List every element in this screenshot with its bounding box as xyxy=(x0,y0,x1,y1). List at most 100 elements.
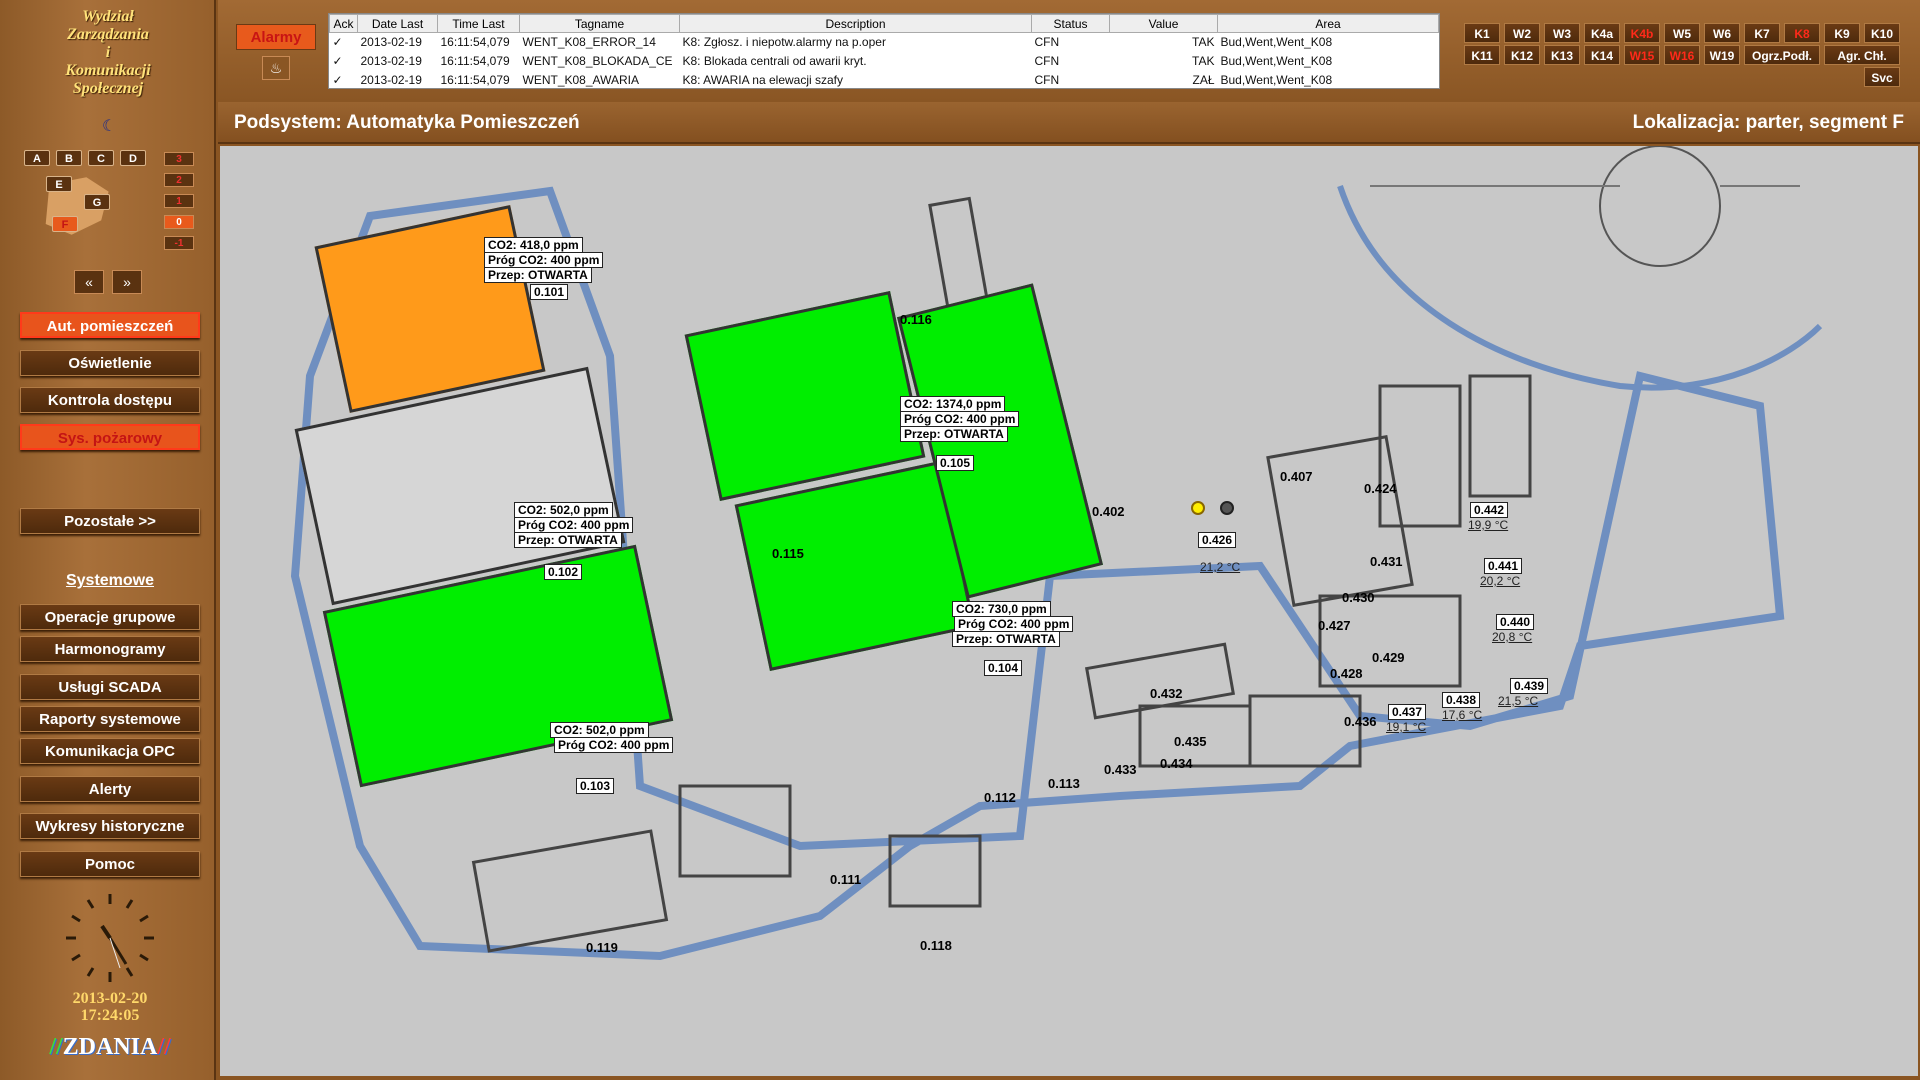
value-cell: TAK xyxy=(1192,35,1215,50)
floor-button-2[interactable]: 2 xyxy=(164,173,194,187)
date-cell: 2013-02-19 xyxy=(360,54,422,68)
zone-w3[interactable]: W3 xyxy=(1544,23,1580,43)
nav-oswietlenie[interactable]: Oświetlenie xyxy=(20,350,200,376)
tag-cell: WENT_K08_AWARIA xyxy=(522,73,639,87)
alarm-row[interactable]: ✓ 2013-02-19 16:11:54,079 WENT_K08_AWARI… xyxy=(330,71,1439,90)
room-0-104-label: 0.104 xyxy=(984,660,1023,676)
status-cell: CFN xyxy=(1034,35,1060,50)
room-0-103-threshold: Próg CO2: 400 ppm xyxy=(554,737,674,753)
zone-agr-chl[interactable]: Agr. Chł. xyxy=(1824,45,1900,65)
room-0-431-label: 0.431 xyxy=(1370,554,1403,569)
zone-w16[interactable]: W16 xyxy=(1664,45,1700,65)
nav-pomoc[interactable]: Pomoc xyxy=(20,851,200,877)
nav-harmonogramy[interactable]: Harmonogramy xyxy=(20,636,200,662)
lamp-on-icon[interactable] xyxy=(1191,501,1205,515)
nav-kontrola-dostepu[interactable]: Kontrola dostępu xyxy=(20,387,200,413)
col-date-last[interactable]: Date Last xyxy=(357,14,438,33)
zone-k14[interactable]: K14 xyxy=(1584,45,1620,65)
room-0-440-label: 0.440 xyxy=(1496,614,1535,630)
alarm-table: Ack Date Last Time Last Tagname Descript… xyxy=(328,13,1440,89)
col-area[interactable]: Area xyxy=(1217,14,1439,33)
moon-icon: ☾ xyxy=(102,118,117,135)
zone-w5[interactable]: W5 xyxy=(1664,23,1700,43)
nav-komunikacja-opc[interactable]: Komunikacja OPC xyxy=(20,738,200,764)
building-button-d[interactable]: D xyxy=(120,150,146,166)
location-title: Lokalizacja: parter, segment F xyxy=(1632,112,1904,133)
building-button-f[interactable]: F xyxy=(52,216,78,232)
col-time-last[interactable]: Time Last xyxy=(437,14,520,33)
alarms-button[interactable]: Alarmy xyxy=(236,24,316,50)
floor-button-1[interactable]: 1 xyxy=(164,194,194,208)
zone-k13[interactable]: K13 xyxy=(1544,45,1580,65)
room-0-438-label: 0.438 xyxy=(1442,692,1481,708)
logo-line: Zarządzania xyxy=(67,26,149,43)
col-ack[interactable]: Ack xyxy=(329,14,358,33)
building-button-g[interactable]: G xyxy=(84,194,110,210)
room-0-111-label: 0.111 xyxy=(830,872,862,887)
zone-k10[interactable]: K10 xyxy=(1864,23,1900,43)
zone-w19[interactable]: W19 xyxy=(1704,45,1740,65)
floor-button-minus1[interactable]: -1 xyxy=(164,236,194,250)
building-button-b[interactable]: B xyxy=(56,150,82,166)
nav-operacje-grupowe[interactable]: Operacje grupowe xyxy=(20,604,200,630)
room-0-426-label: 0.426 xyxy=(1198,532,1237,548)
room-0-104-co2: CO2: 730,0 ppm xyxy=(952,601,1051,617)
nav-wykresy-historyczne[interactable]: Wykresy historyczne xyxy=(20,813,200,839)
room-0-112-label: 0.112 xyxy=(984,790,1016,805)
svc-button[interactable]: Svc xyxy=(1864,67,1900,87)
zone-w6[interactable]: W6 xyxy=(1704,23,1740,43)
nav-pozostale[interactable]: Pozostałe >> xyxy=(20,508,200,534)
room-0-437-temp: 19,1 °C xyxy=(1386,720,1427,734)
lamp-off-icon[interactable] xyxy=(1220,501,1234,515)
room-0-102-label: 0.102 xyxy=(544,564,583,580)
zone-k1[interactable]: K1 xyxy=(1464,23,1500,43)
bell-icon[interactable]: ♨ xyxy=(262,56,290,80)
logo-line: Społecznej xyxy=(72,80,144,97)
nav-raporty-systemowe[interactable]: Raporty systemowe xyxy=(20,706,200,732)
datetime-display: 2013-02-20 17:24:05 xyxy=(20,990,200,1024)
room-0-441-temp: 20,2 °C xyxy=(1480,574,1521,588)
room-0-442-temp: 19,9 °C xyxy=(1468,518,1509,532)
floor-button-3[interactable]: 3 xyxy=(164,152,194,166)
room-0-426-temp: 21,2 °C xyxy=(1200,560,1241,574)
alarm-row[interactable]: ✓ 2013-02-19 16:11:54,079 WENT_K08_BLOKA… xyxy=(330,52,1439,71)
nav-sys-pozarowy[interactable]: Sys. pożarowy xyxy=(20,424,200,450)
systemowe-link[interactable]: Systemowe xyxy=(20,572,200,590)
nav-alerty[interactable]: Alerty xyxy=(20,776,200,802)
zone-k8[interactable]: K8 xyxy=(1784,23,1820,43)
room-0-427-label: 0.427 xyxy=(1318,618,1351,633)
col-tagname[interactable]: Tagname xyxy=(519,14,680,33)
room-0-104-threshold: Próg CO2: 400 ppm xyxy=(954,616,1074,632)
building-button-a[interactable]: A xyxy=(24,150,50,166)
room-0-438-temp: 17,6 °C xyxy=(1442,708,1483,722)
area-cell: Bud,Went,Went_K08 xyxy=(1220,54,1333,68)
zone-k12[interactable]: K12 xyxy=(1504,45,1540,65)
next-button[interactable]: » xyxy=(112,270,142,294)
floor-button-0[interactable]: 0 xyxy=(164,215,194,229)
zone-k11[interactable]: K11 xyxy=(1464,45,1500,65)
building-button-c[interactable]: C xyxy=(88,150,114,166)
col-value[interactable]: Value xyxy=(1109,14,1218,33)
zone-k4b[interactable]: K4b xyxy=(1624,23,1660,43)
subsystem-title: Podsystem: Automatyka Pomieszczeń xyxy=(234,112,580,133)
zone-w2[interactable]: W2 xyxy=(1504,23,1540,43)
zone-k9[interactable]: K9 xyxy=(1824,23,1860,43)
zone-k7[interactable]: K7 xyxy=(1744,23,1780,43)
prev-button[interactable]: « xyxy=(74,270,104,294)
zone-ogrz-podl[interactable]: Ogrz.Podł. xyxy=(1744,45,1820,65)
value-cell: ZAŁ xyxy=(1192,73,1215,87)
col-description[interactable]: Description xyxy=(679,14,1032,33)
zone-k4a[interactable]: K4a xyxy=(1584,23,1620,43)
room-0-103-co2: CO2: 502,0 ppm xyxy=(550,722,649,738)
nav-aut-pomieszczen[interactable]: Aut. pomieszczeń xyxy=(20,312,200,338)
room-0-105-label: 0.105 xyxy=(936,455,975,471)
room-0-436-label: 0.436 xyxy=(1344,714,1377,729)
building-button-e[interactable]: E xyxy=(46,176,72,192)
col-status[interactable]: Status xyxy=(1031,14,1110,33)
room-0-439-label: 0.439 xyxy=(1510,678,1549,694)
desc-cell: K8: Blokada centrali od awarii kryt. xyxy=(682,54,867,68)
zone-w15[interactable]: W15 xyxy=(1624,45,1660,65)
nav-uslugi-scada[interactable]: Usługi SCADA xyxy=(20,674,200,700)
room-0-105-threshold: Próg CO2: 400 ppm xyxy=(900,411,1020,427)
alarm-row[interactable]: ✓ 2013-02-19 16:11:54,079 WENT_K08_ERROR… xyxy=(330,33,1439,52)
